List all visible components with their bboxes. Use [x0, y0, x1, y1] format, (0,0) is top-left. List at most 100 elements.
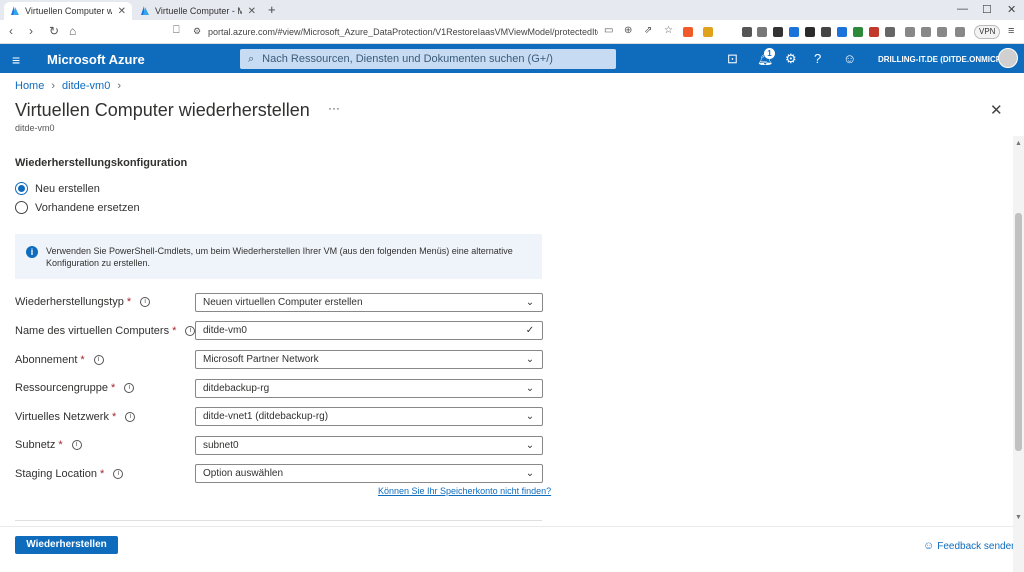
extension-icon[interactable]: [821, 27, 831, 37]
avatar[interactable]: [998, 48, 1018, 68]
help-icon[interactable]: ?: [814, 51, 821, 66]
minimize-icon[interactable]: —: [957, 3, 968, 15]
close-tab-icon[interactable]: ✕: [118, 6, 126, 17]
warning-extension-icon[interactable]: [703, 27, 713, 37]
extension-icon[interactable]: [789, 27, 799, 37]
extension-icon[interactable]: [955, 27, 965, 37]
radio-label: Neu erstellen: [35, 182, 100, 195]
breadcrumb: Home › ditde-vm0 ›: [15, 80, 121, 92]
breadcrumb-home[interactable]: Home: [15, 80, 44, 92]
label-resource-group: Ressourcengruppe * i: [15, 382, 135, 394]
search-icon: ⌕: [248, 52, 255, 65]
virtual-network-dropdown[interactable]: ditde-vnet1 (ditdebackup-rg) ⌄: [195, 407, 543, 426]
extension-icon[interactable]: [805, 27, 815, 37]
azure-brand[interactable]: Microsoft Azure: [47, 52, 145, 67]
cloud-shell-icon[interactable]: ⊡: [727, 51, 738, 67]
global-search-input[interactable]: ⌕ Nach Ressourcen, Diensten und Dokument…: [240, 49, 616, 69]
radio-new-create[interactable]: Neu erstellen: [15, 182, 100, 195]
maximize-icon[interactable]: ☐: [982, 3, 992, 16]
chevron-right-icon: ›: [51, 80, 56, 92]
page-subtitle: ditde-vm0: [15, 123, 55, 133]
send-feedback-link[interactable]: ☺ Feedback senden: [923, 540, 1017, 552]
scrollbar-thumb[interactable]: [1015, 213, 1022, 451]
feedback-icon: ☺: [923, 540, 935, 552]
extension-icon[interactable]: [757, 27, 767, 37]
cant-find-storage-link[interactable]: Können Sie Ihr Speicherkonto nicht finde…: [378, 486, 551, 496]
close-blade-icon[interactable]: ✕: [990, 101, 1003, 119]
radio-unchecked-icon[interactable]: [15, 201, 28, 214]
info-tooltip-icon[interactable]: i: [113, 469, 124, 479]
search-placeholder: Nach Ressourcen, Diensten und Dokumenten…: [262, 53, 553, 65]
breadcrumb-vm[interactable]: ditde-vm0: [62, 80, 110, 92]
notification-badge: 1: [764, 48, 775, 59]
radio-label: Vorhandene ersetzen: [35, 201, 140, 214]
chevron-down-icon: ⌄: [525, 297, 535, 308]
close-tab-icon[interactable]: ✕: [248, 6, 256, 17]
bookmark-page-icon[interactable]: ☆: [664, 25, 673, 36]
extension-icon[interactable]: [869, 27, 879, 37]
site-info-icon[interactable]: ⚙: [193, 26, 201, 37]
label-restore-type: Wiederherstellungstyp * i: [15, 296, 151, 308]
restore-type-dropdown[interactable]: Neuen virtuellen Computer erstellen ⌄: [195, 293, 543, 312]
vpn-button[interactable]: VPN: [974, 25, 1001, 39]
subnet-dropdown[interactable]: subnet0 ⌄: [195, 436, 543, 455]
new-tab-button[interactable]: +: [268, 2, 276, 17]
info-text: Verwenden Sie PowerShell-Cmdlets, um bei…: [46, 246, 513, 268]
info-tooltip-icon[interactable]: i: [125, 412, 136, 422]
resource-group-dropdown[interactable]: ditdebackup-rg ⌄: [195, 379, 543, 398]
extension-icon[interactable]: [773, 27, 783, 37]
extension-icon[interactable]: [885, 27, 895, 37]
cast-icon[interactable]: ▭: [604, 25, 613, 36]
scroll-down-icon[interactable]: ▼: [1015, 514, 1022, 521]
reload-icon[interactable]: ↻: [49, 24, 59, 38]
address-bar-url[interactable]: portal.azure.com/#view/Microsoft_Azure_D…: [208, 27, 598, 37]
info-banner: Verwenden Sie PowerShell-Cmdlets, um bei…: [15, 234, 542, 279]
tab-label: Virtuelle Computer - Microsoft Azure: [155, 6, 242, 16]
browser-tab-strip: Virtuellen Computer wiederherstellen ✕ V…: [0, 0, 1024, 20]
radio-replace-existing[interactable]: Vorhandene ersetzen: [15, 201, 140, 214]
window-close-icon[interactable]: ✕: [1007, 3, 1016, 16]
extension-icon[interactable]: [905, 27, 915, 37]
azure-logo-icon: [11, 6, 19, 15]
back-icon[interactable]: ‹: [9, 24, 13, 38]
feedback-icon[interactable]: ☺: [843, 51, 856, 66]
extension-icon[interactable]: [837, 27, 847, 37]
browser-tab-restore-vm[interactable]: Virtuellen Computer wiederherstellen ✕: [4, 2, 132, 20]
info-tooltip-icon[interactable]: i: [93, 355, 104, 365]
share-icon[interactable]: ⇗: [644, 25, 652, 36]
info-tooltip-icon[interactable]: i: [71, 440, 82, 450]
radio-checked-icon[interactable]: [15, 182, 28, 195]
extension-icon[interactable]: [742, 27, 752, 37]
subscription-dropdown[interactable]: Microsoft Partner Network ⌄: [195, 350, 543, 369]
info-tooltip-icon[interactable]: i: [185, 326, 196, 336]
page-title: Virtuellen Computer wiederherstellen: [15, 100, 310, 120]
bookmark-icon[interactable]: ⎕: [173, 24, 180, 37]
chevron-down-icon: ⌄: [525, 411, 535, 422]
tab-label: Virtuellen Computer wiederherstellen: [25, 6, 112, 16]
sidebar-icon[interactable]: [937, 27, 947, 37]
section-title: Wiederherstellungskonfiguration: [15, 157, 188, 169]
info-tooltip-icon[interactable]: i: [140, 297, 151, 307]
home-icon[interactable]: ⌂: [69, 24, 76, 38]
label-vm-name: Name des virtuellen Computers * i: [15, 325, 196, 337]
browser-tab-virtual-machines[interactable]: Virtuelle Computer - Microsoft Azure ✕: [134, 2, 262, 20]
chevron-down-icon: ⌄: [525, 468, 535, 479]
account-name[interactable]: DRILLING-IT.DE (DITDE.ONMICR...: [878, 55, 1008, 64]
more-options-icon[interactable]: ···: [328, 101, 340, 115]
music-icon[interactable]: [921, 27, 931, 37]
settings-gear-icon[interactable]: ⚙: [785, 51, 797, 67]
staging-location-dropdown[interactable]: Option auswählen ⌄: [195, 464, 543, 483]
menu-icon[interactable]: ≡: [1008, 25, 1014, 37]
vm-name-input[interactable]: ditde-vm0 ✓: [195, 321, 543, 340]
portal-menu-icon[interactable]: ≡: [12, 52, 20, 68]
info-tooltip-icon[interactable]: i: [124, 383, 135, 393]
label-staging-location: Staging Location * i: [15, 468, 124, 480]
info-icon: i: [26, 246, 38, 258]
extension-icon[interactable]: [853, 27, 863, 37]
shield-extension-icon[interactable]: [683, 27, 693, 37]
zoom-icon[interactable]: ⊕: [624, 25, 632, 36]
restore-button[interactable]: Wiederherstellen: [15, 536, 118, 554]
scroll-up-icon[interactable]: ▲: [1015, 140, 1022, 147]
azure-logo-icon: [141, 6, 149, 15]
forward-icon[interactable]: ›: [29, 24, 33, 38]
